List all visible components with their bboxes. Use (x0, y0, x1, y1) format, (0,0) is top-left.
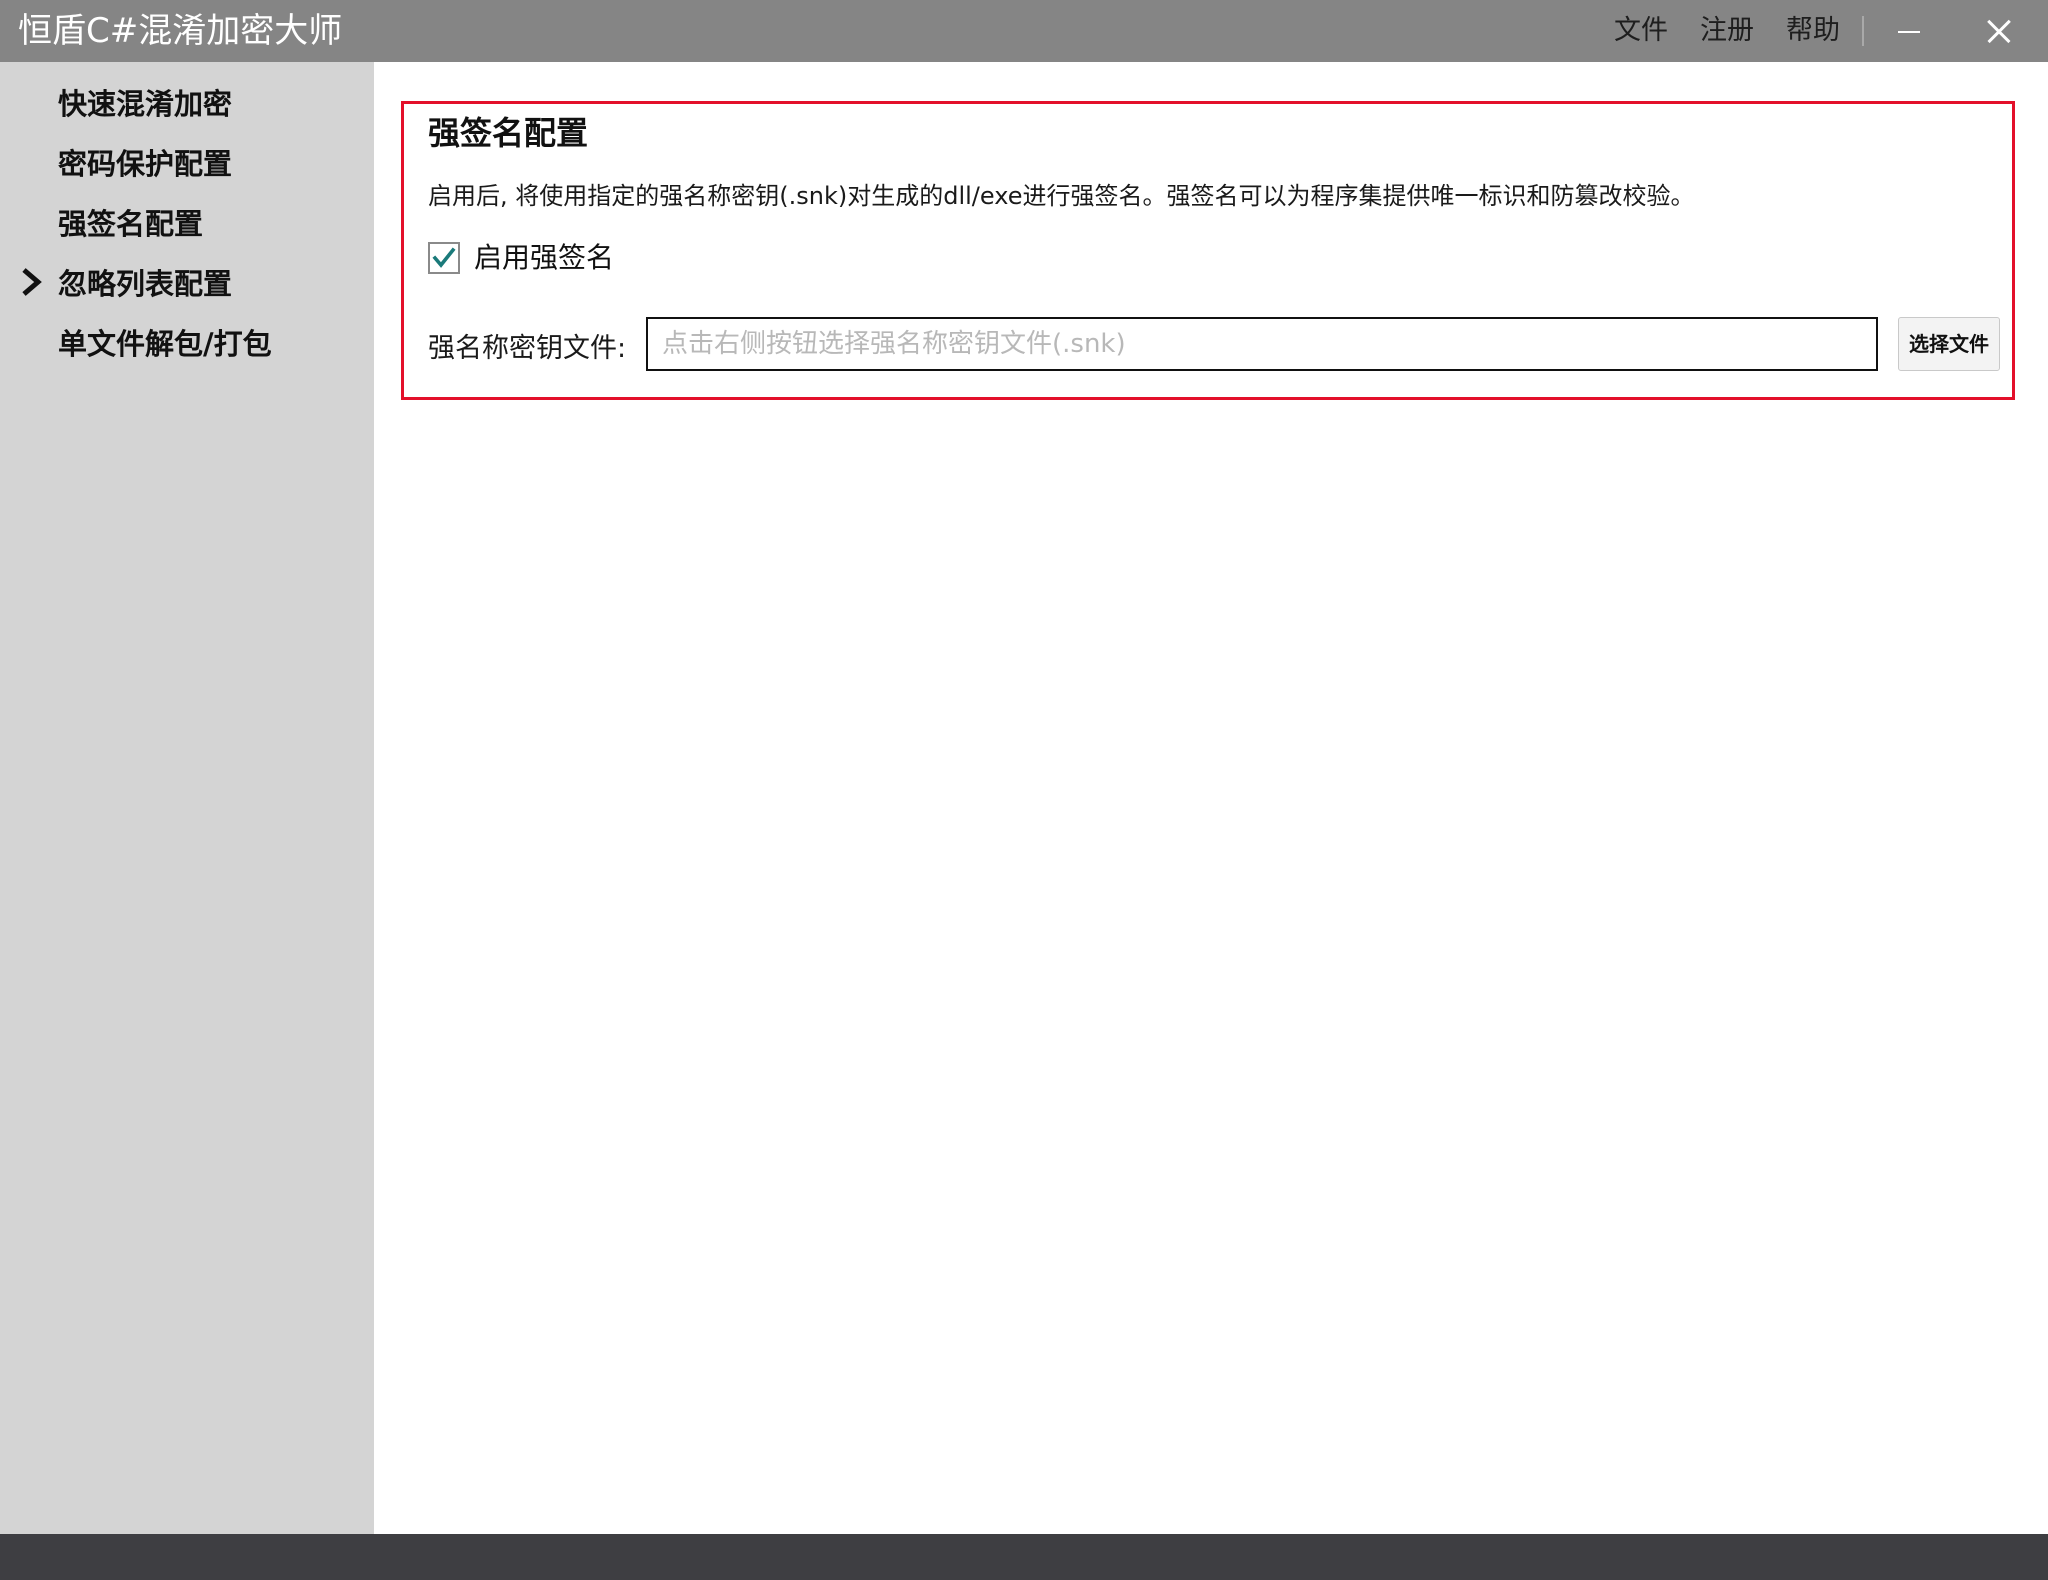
menu-help[interactable]: 帮助 (1786, 0, 1840, 62)
checkmark-icon (432, 247, 456, 268)
key-file-label: 强名称密钥文件: (428, 333, 627, 364)
choose-file-button[interactable]: 选择文件 (1898, 317, 2000, 371)
sidebar-item-password-protection[interactable]: 密码保护配置 (58, 138, 232, 190)
key-file-input[interactable] (646, 317, 1878, 371)
close-icon[interactable] (1974, 6, 2024, 56)
sidebar-item-single-file-pack[interactable]: 单文件解包/打包 (58, 318, 272, 370)
sidebar-item-strong-name[interactable]: 强签名配置 (58, 198, 203, 250)
chevron-right-icon (16, 262, 46, 302)
sidebar-item-ignore-list[interactable]: 忽略列表配置 (58, 258, 232, 310)
status-bar (0, 1534, 2048, 1580)
app-title: 恒盾C#混淆加密大师 (18, 11, 343, 51)
minimize-icon[interactable] (1884, 6, 1934, 56)
title-bar: 恒盾C#混淆加密大师 文件 注册 帮助 (0, 0, 2048, 62)
enable-strong-name-label[interactable]: 启用强签名 (474, 238, 614, 278)
section-description: 启用后, 将使用指定的强名称密钥(.snk)对生成的dll/exe进行强签名。强… (428, 182, 1695, 210)
menu-register[interactable]: 注册 (1700, 0, 1754, 62)
sidebar-item-quick-obfuscate[interactable]: 快速混淆加密 (58, 78, 232, 130)
strong-name-panel: 强签名配置 启用后, 将使用指定的强名称密钥(.snk)对生成的dll/exe进… (401, 101, 2015, 400)
menu-file[interactable]: 文件 (1614, 0, 1668, 62)
enable-strong-name-checkbox[interactable] (428, 242, 460, 274)
menu-separator (1862, 16, 1864, 46)
section-title: 强签名配置 (428, 114, 589, 152)
sidebar: 快速混淆加密 密码保护配置 强签名配置 忽略列表配置 单文件解包/打包 (0, 62, 374, 1534)
